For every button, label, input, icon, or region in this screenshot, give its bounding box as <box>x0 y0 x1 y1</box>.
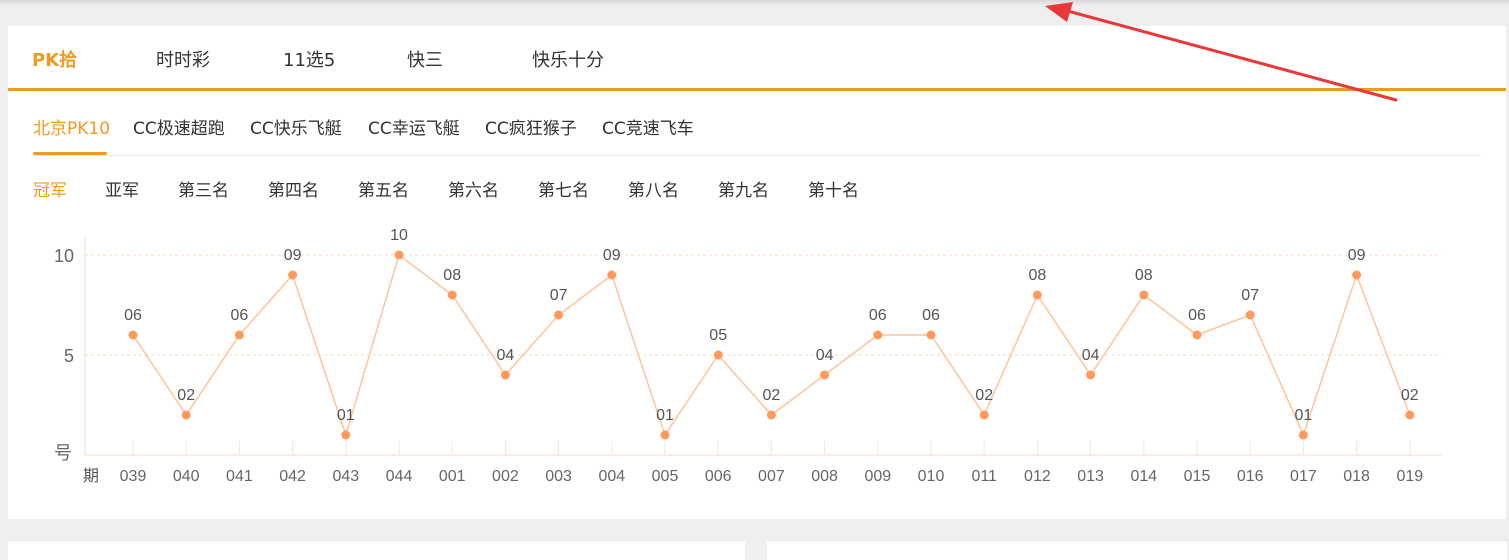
annotation-arrow <box>1045 2 1398 102</box>
